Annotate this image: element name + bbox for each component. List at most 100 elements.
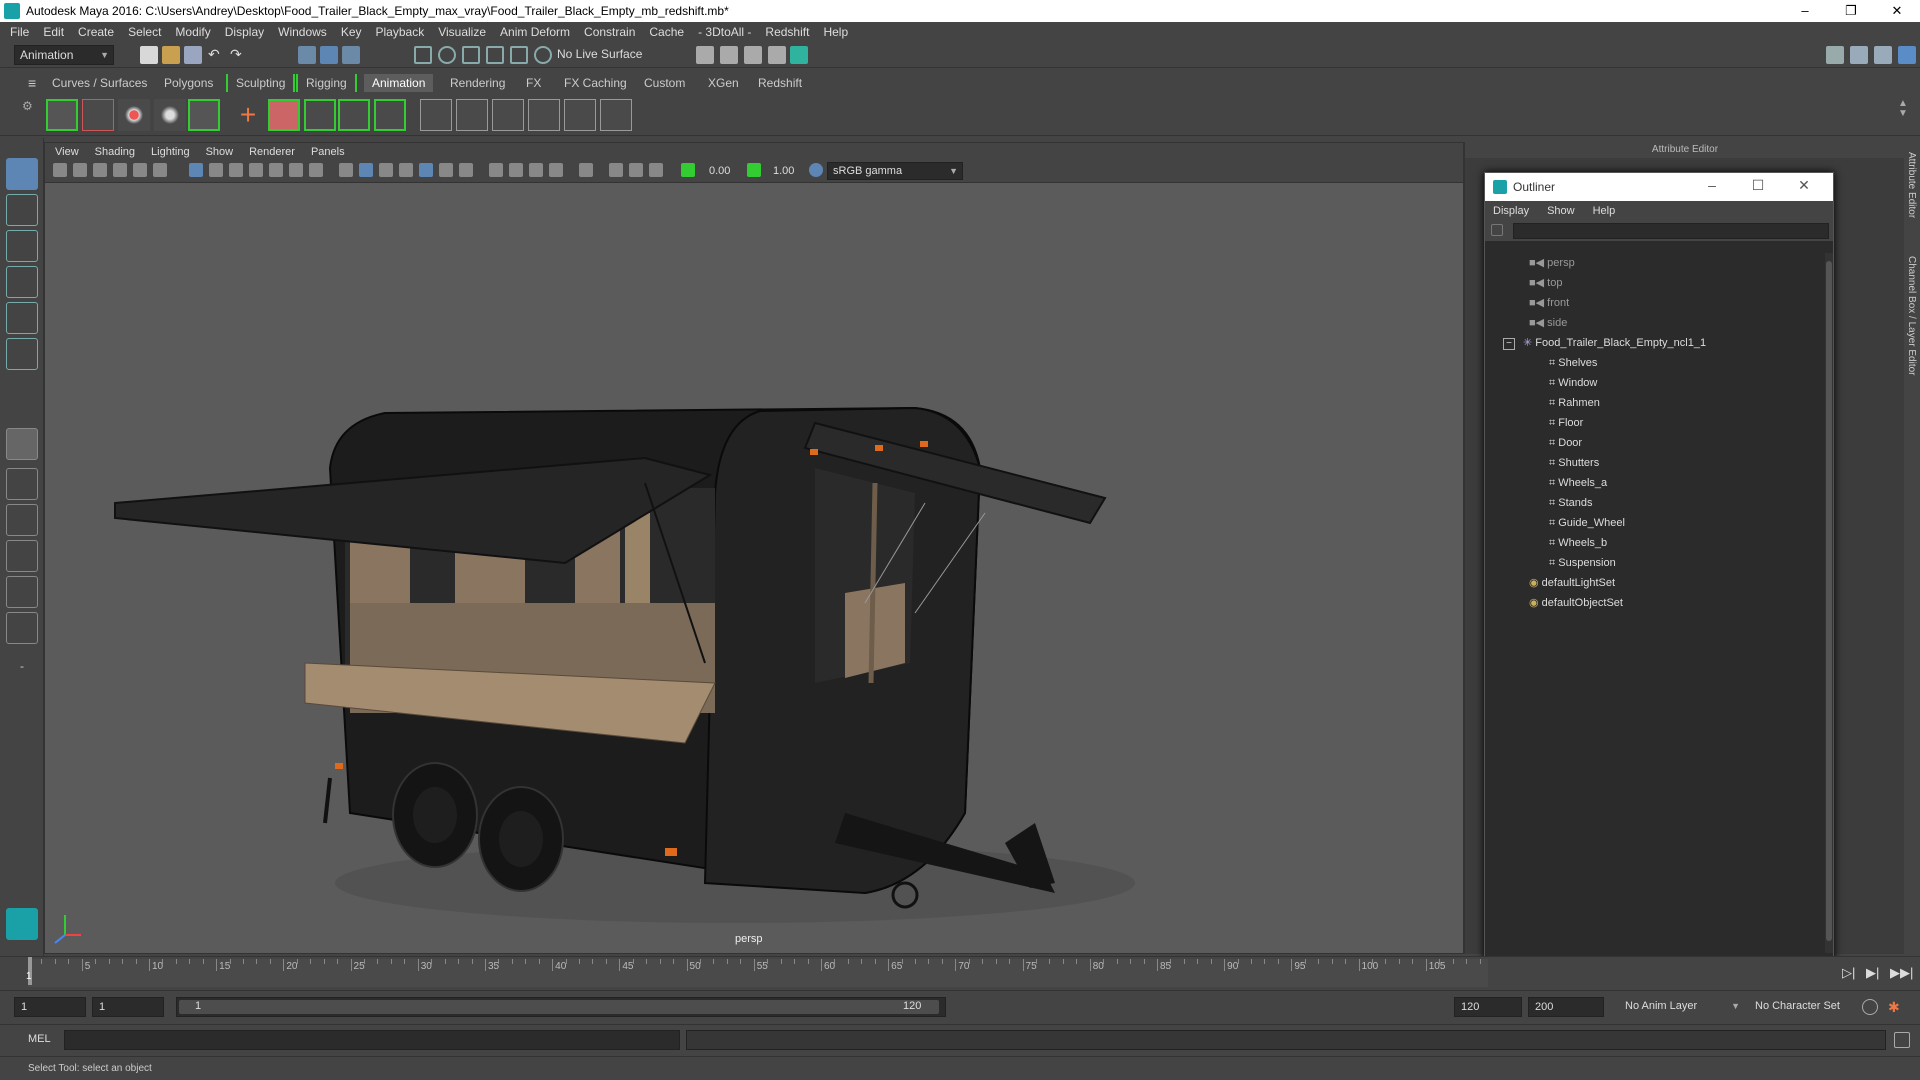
- orient-constraint-icon[interactable]: [338, 99, 370, 131]
- snap-curve-icon[interactable]: [438, 46, 456, 64]
- viewport-menu-lighting[interactable]: Lighting: [151, 146, 190, 158]
- tab-rendering[interactable]: Rendering: [442, 74, 513, 92]
- render-settings-icon[interactable]: [768, 46, 786, 64]
- play-forward-icon[interactable]: ▶|: [1866, 965, 1879, 981]
- tab-animation[interactable]: Animation: [364, 74, 434, 92]
- create-locator-icon[interactable]: +: [232, 99, 264, 131]
- menuset-dropdown[interactable]: Animation ▼: [14, 45, 114, 65]
- menu-windows[interactable]: Windows: [278, 25, 327, 39]
- shelf-scroll-icon[interactable]: ▲ ▼: [1898, 99, 1912, 131]
- list-item[interactable]: ■◀ side: [1529, 313, 1567, 333]
- snap-live-icon[interactable]: [534, 46, 552, 64]
- bind-skin-icon[interactable]: [154, 99, 186, 131]
- menu-select[interactable]: Select: [128, 25, 161, 39]
- outliner-menu-show[interactable]: Show: [1547, 205, 1575, 217]
- film-gate-2-icon[interactable]: [609, 163, 623, 177]
- list-item[interactable]: ⌗ Stands: [1549, 493, 1593, 513]
- scrollbar-thumb[interactable]: [1826, 261, 1832, 941]
- range-handle[interactable]: [179, 1000, 939, 1014]
- open-scene-icon[interactable]: [162, 46, 180, 64]
- list-item[interactable]: ■◀ top: [1529, 273, 1562, 293]
- anim-end-field[interactable]: 200: [1528, 997, 1604, 1017]
- film-gate-icon[interactable]: [209, 163, 223, 177]
- channel-box-toggle-icon[interactable]: [1898, 46, 1916, 64]
- scale-tool-icon[interactable]: [6, 338, 38, 370]
- menu-3dtoall[interactable]: - 3DtoAll -: [698, 25, 751, 39]
- paint-select-tool-icon[interactable]: [6, 230, 38, 262]
- list-item[interactable]: ■◀ persp: [1529, 253, 1575, 273]
- tab-polygons[interactable]: Polygons: [156, 74, 221, 92]
- hypershade-icon[interactable]: [790, 46, 808, 64]
- time-slider[interactable]: 5 10 15 20 25 30 35 40 45 50 55 60 65 70 75 80 85 90 95 100…: [0, 956, 1920, 990]
- set-key-icon[interactable]: [46, 99, 78, 131]
- lasso-tool-icon[interactable]: [6, 194, 38, 226]
- grid-icon[interactable]: [189, 163, 203, 177]
- ik-handle-icon[interactable]: [82, 99, 114, 131]
- shadows-icon[interactable]: [439, 163, 453, 177]
- start-time-field[interactable]: 1: [14, 997, 86, 1017]
- parent-constraint-icon[interactable]: [268, 99, 300, 131]
- exposure-value[interactable]: 0.00: [709, 165, 730, 177]
- workspace-icon[interactable]: [1826, 46, 1844, 64]
- list-item[interactable]: ⌗ Window: [1549, 373, 1597, 393]
- script-editor-icon[interactable]: [1894, 1032, 1910, 1048]
- select-hierarchy-icon[interactable]: [298, 46, 316, 64]
- current-time-field[interactable]: 1: [92, 997, 164, 1017]
- outliner-persp-layout-icon[interactable]: [6, 612, 38, 644]
- menu-visualize[interactable]: Visualize: [438, 25, 486, 39]
- menu-file[interactable]: File: [10, 25, 29, 39]
- list-item[interactable]: ◉ defaultObjectSet: [1529, 593, 1623, 613]
- list-item[interactable]: ⌗ Floor: [1549, 413, 1583, 433]
- list-item[interactable]: ◉ defaultLightSet: [1529, 573, 1615, 593]
- outliner-minimize-button[interactable]: –: [1689, 177, 1735, 194]
- menu-help[interactable]: Help: [823, 25, 848, 39]
- tab-fx[interactable]: FX: [518, 74, 549, 92]
- side-by-side-layout-icon[interactable]: [6, 504, 38, 536]
- render-view-icon[interactable]: [696, 46, 714, 64]
- frame-selected-icon[interactable]: [649, 163, 663, 177]
- field-chart-icon[interactable]: [269, 163, 283, 177]
- collapse-toolbox-icon[interactable]: -: [6, 650, 38, 682]
- tab-curves-surfaces[interactable]: Curves / Surfaces: [44, 74, 155, 92]
- list-item[interactable]: ⌗ Wheels_a: [1549, 473, 1607, 493]
- use-all-lights-icon[interactable]: [419, 163, 433, 177]
- anim-layer-dropdown[interactable]: No Anim Layer ▼: [1620, 997, 1744, 1017]
- snap-grid-icon[interactable]: [414, 46, 432, 64]
- tab-rigging[interactable]: Rigging: [296, 74, 357, 92]
- end-time-field[interactable]: 120: [1454, 997, 1522, 1017]
- list-item[interactable]: ⌗ Suspension: [1549, 553, 1616, 573]
- outliner-maximize-button[interactable]: ☐: [1735, 177, 1781, 194]
- anti-aliasing-icon[interactable]: [529, 163, 543, 177]
- depth-of-field-icon[interactable]: [549, 163, 563, 177]
- perspective-viewport[interactable]: persp: [45, 183, 1463, 953]
- wireframe-icon[interactable]: [339, 163, 353, 177]
- toggle-panels-icon[interactable]: [1874, 46, 1892, 64]
- smooth-shade-icon[interactable]: [359, 163, 373, 177]
- toggle-layout-icon[interactable]: [1850, 46, 1868, 64]
- maximize-button[interactable]: ❐: [1828, 0, 1874, 22]
- lattice-icon[interactable]: [456, 99, 488, 131]
- playback-range-bar[interactable]: 1 120: [176, 997, 946, 1017]
- outliner-vertical-scrollbar[interactable]: [1825, 253, 1833, 953]
- tab-redshift[interactable]: Redshift: [750, 74, 810, 92]
- wire-icon[interactable]: [600, 99, 632, 131]
- ambient-occlusion-icon[interactable]: [489, 163, 503, 177]
- sculpt-icon[interactable]: [188, 99, 220, 131]
- list-item[interactable]: ⌗ Guide_Wheel: [1549, 513, 1625, 533]
- list-item[interactable]: − ✳ Food_Trailer_Black_Empty_ncl1_1: [1503, 333, 1706, 353]
- textured-icon[interactable]: [399, 163, 413, 177]
- isolate-select-icon[interactable]: [579, 163, 593, 177]
- save-scene-icon[interactable]: [184, 46, 202, 64]
- motion-blur-icon[interactable]: [509, 163, 523, 177]
- outliner-search-input[interactable]: [1513, 223, 1829, 239]
- render-current-icon[interactable]: [720, 46, 738, 64]
- list-item[interactable]: ⌗ Rahmen: [1549, 393, 1600, 413]
- step-forward-key-icon[interactable]: ▷|: [1842, 965, 1855, 981]
- tab-fx-caching[interactable]: FX Caching: [556, 74, 635, 92]
- two-d-pan-icon[interactable]: [133, 163, 147, 177]
- snap-point-icon[interactable]: [462, 46, 480, 64]
- cluster-icon[interactable]: [420, 99, 452, 131]
- persp-graph-layout-icon[interactable]: [6, 540, 38, 572]
- color-management-icon[interactable]: [809, 163, 823, 177]
- snap-view-icon[interactable]: [486, 46, 504, 64]
